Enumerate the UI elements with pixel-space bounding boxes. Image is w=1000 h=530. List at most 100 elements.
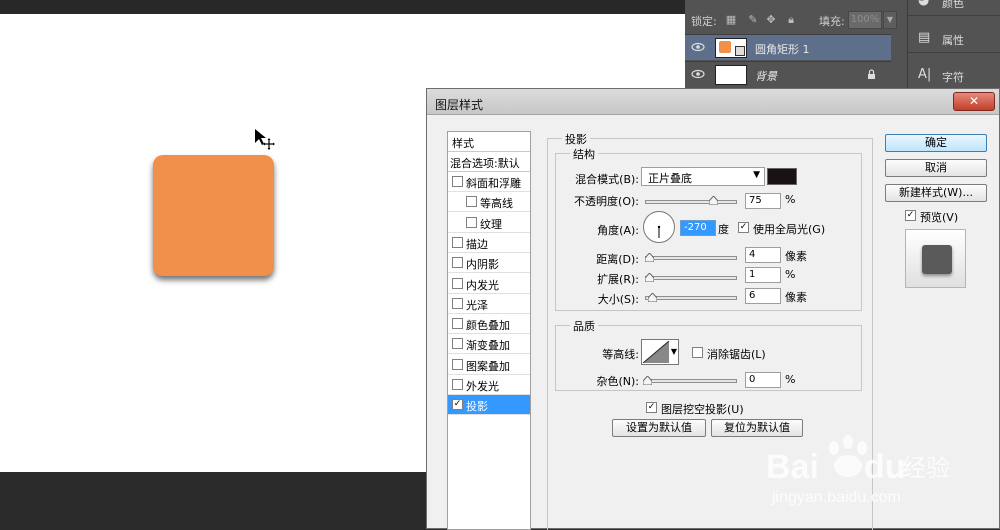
style-item-checkbox[interactable] bbox=[452, 176, 463, 187]
opacity-slider-thumb[interactable] bbox=[709, 196, 718, 205]
style-item-checkbox[interactable] bbox=[452, 379, 463, 390]
angle-input[interactable]: -270 bbox=[680, 220, 716, 236]
style-item[interactable]: 颜色叠加 bbox=[448, 314, 530, 335]
size-slider-thumb[interactable] bbox=[648, 293, 657, 302]
lock-position-icon[interactable]: ✥ bbox=[765, 14, 777, 26]
side-panel: ◕ 颜色 ▤ 属性 A| 字符 bbox=[907, 0, 1000, 92]
distance-slider-thumb[interactable] bbox=[645, 253, 654, 262]
opacity-slider[interactable] bbox=[645, 200, 737, 204]
styles-header[interactable]: 样式 bbox=[448, 132, 530, 152]
layer-row[interactable]: 背景 bbox=[685, 61, 891, 87]
layer-name[interactable]: 背景 bbox=[755, 68, 777, 84]
style-item-checkbox[interactable]: ✓ bbox=[452, 399, 463, 411]
lock-all-icon[interactable]: 🔒︎ bbox=[785, 14, 797, 26]
lock-transparent-icon[interactable]: ▦ bbox=[725, 14, 737, 26]
new-style-button[interactable]: 新建样式(W)... bbox=[885, 184, 987, 202]
noise-slider[interactable] bbox=[645, 379, 737, 383]
style-item[interactable]: 内发光 bbox=[448, 274, 530, 294]
side-item-character[interactable]: A| 字符 bbox=[908, 60, 1000, 90]
global-light-label: 使用全局光(G) bbox=[753, 223, 826, 236]
move-cursor-icon bbox=[255, 129, 275, 150]
opacity-unit: % bbox=[785, 193, 796, 206]
fill-input[interactable]: 100% bbox=[848, 11, 882, 29]
style-item-checkbox[interactable] bbox=[452, 358, 463, 370]
style-item-checkbox[interactable] bbox=[466, 196, 477, 208]
styles-header-label: 样式 bbox=[452, 137, 474, 150]
style-item-label: 渐变叠加 bbox=[466, 339, 510, 353]
lock-paint-icon[interactable]: ✎ bbox=[747, 14, 759, 26]
style-item[interactable]: 纹理 bbox=[448, 213, 530, 233]
quality-title: 品质 bbox=[570, 318, 598, 334]
fill-dropdown-icon[interactable]: ▼ bbox=[883, 11, 897, 29]
contour-picker[interactable]: ▼ bbox=[641, 339, 679, 365]
distance-slider[interactable] bbox=[645, 256, 737, 260]
global-light-checkbox[interactable]: ✓ bbox=[738, 222, 749, 233]
visibility-eye-icon[interactable] bbox=[691, 69, 705, 79]
make-default-button[interactable]: 设置为默认值 bbox=[612, 419, 706, 437]
style-item[interactable]: 描边 bbox=[448, 233, 530, 253]
cancel-button[interactable]: 取消 bbox=[885, 159, 987, 177]
spread-slider[interactable] bbox=[645, 276, 737, 280]
style-item[interactable]: 光泽 bbox=[448, 294, 530, 314]
style-item-checkbox[interactable] bbox=[452, 338, 463, 350]
noise-input[interactable]: 0 bbox=[745, 372, 781, 388]
style-item[interactable]: 渐变叠加 bbox=[448, 334, 530, 355]
style-item-label: 投影 bbox=[466, 400, 488, 414]
side-item-label: 属性 bbox=[942, 34, 964, 47]
watermark-brand2: du bbox=[864, 448, 906, 486]
opacity-input[interactable]: 75 bbox=[745, 193, 781, 209]
canvas-footer bbox=[0, 472, 430, 529]
side-item-label: 颜色 bbox=[942, 0, 964, 10]
knockout-checkbox[interactable]: ✓ bbox=[646, 402, 657, 413]
visibility-eye-icon[interactable] bbox=[691, 42, 705, 52]
layers-panel: 锁定: ▦ ✎ ✥ 🔒︎ 填充: 100% ▼ 圆角矩形 1 背景 bbox=[685, 0, 907, 92]
style-item[interactable]: 图案叠加 bbox=[448, 355, 530, 375]
palette-icon: ◕ bbox=[918, 0, 930, 8]
layer-name[interactable]: 圆角矩形 1 bbox=[755, 41, 810, 57]
blend-mode-value: 正片叠底 bbox=[648, 172, 692, 185]
vector-mask-icon bbox=[735, 46, 745, 56]
style-item-checkbox[interactable] bbox=[452, 257, 463, 269]
angle-dial[interactable] bbox=[642, 210, 676, 244]
blend-mode-select[interactable]: 正片叠底 ▼ bbox=[641, 167, 765, 186]
style-item-checkbox[interactable] bbox=[452, 277, 463, 289]
close-button[interactable]: ✕ bbox=[953, 92, 995, 111]
style-item-checkbox[interactable] bbox=[452, 297, 463, 309]
dialog-titlebar[interactable]: 图层样式 ✕ bbox=[427, 89, 999, 115]
blend-options-item[interactable]: 混合选项:默认 bbox=[448, 152, 530, 172]
style-item[interactable]: 内阴影 bbox=[448, 253, 530, 274]
style-item[interactable]: ✓ 投影 bbox=[448, 395, 530, 416]
shadow-color-swatch[interactable] bbox=[767, 168, 797, 185]
style-item-checkbox[interactable] bbox=[466, 216, 477, 228]
layer-thumbnail bbox=[715, 38, 747, 58]
baidu-jingyan-watermark: Bai du 经验 jingyan.baidu.com bbox=[766, 435, 950, 506]
structure-title: 结构 bbox=[570, 146, 598, 162]
distance-input[interactable]: 4 bbox=[745, 247, 781, 263]
style-item[interactable]: 斜面和浮雕 bbox=[448, 172, 530, 192]
style-item-label: 颜色叠加 bbox=[466, 319, 510, 333]
spread-input[interactable]: 1 bbox=[745, 267, 781, 283]
spread-slider-thumb[interactable] bbox=[645, 273, 654, 282]
thumb-shape bbox=[719, 41, 731, 53]
style-item[interactable]: 外发光 bbox=[448, 375, 530, 395]
preview-checkbox[interactable]: ✓ bbox=[905, 210, 916, 221]
style-item[interactable]: 等高线 bbox=[448, 192, 530, 213]
side-item-label: 字符 bbox=[942, 71, 964, 84]
size-slider[interactable] bbox=[645, 296, 737, 300]
styles-list: 样式 混合选项:默认 斜面和浮雕 等高线 纹理 描边内阴影内发光 光泽颜色叠加渐变叠加图… bbox=[447, 131, 531, 530]
rounded-rectangle-shape[interactable] bbox=[153, 155, 274, 276]
style-item-label: 内阴影 bbox=[466, 258, 499, 272]
side-item-color[interactable]: ◕ 颜色 bbox=[908, 0, 1000, 16]
antialias-checkbox[interactable] bbox=[692, 347, 703, 358]
style-item-checkbox[interactable] bbox=[452, 236, 463, 248]
properties-icon: ▤ bbox=[918, 30, 931, 45]
layer-row[interactable]: 圆角矩形 1 bbox=[685, 34, 891, 60]
ok-button[interactable]: 确定 bbox=[885, 134, 987, 152]
side-item-properties[interactable]: ▤ 属性 bbox=[908, 23, 1000, 53]
size-input[interactable]: 6 bbox=[745, 288, 781, 304]
distance-label: 距离(D): bbox=[596, 253, 639, 266]
preview-shape bbox=[922, 245, 952, 274]
noise-slider-thumb[interactable] bbox=[643, 376, 652, 385]
style-item-checkbox[interactable] bbox=[452, 318, 463, 330]
angle-unit: 度 bbox=[718, 223, 729, 236]
